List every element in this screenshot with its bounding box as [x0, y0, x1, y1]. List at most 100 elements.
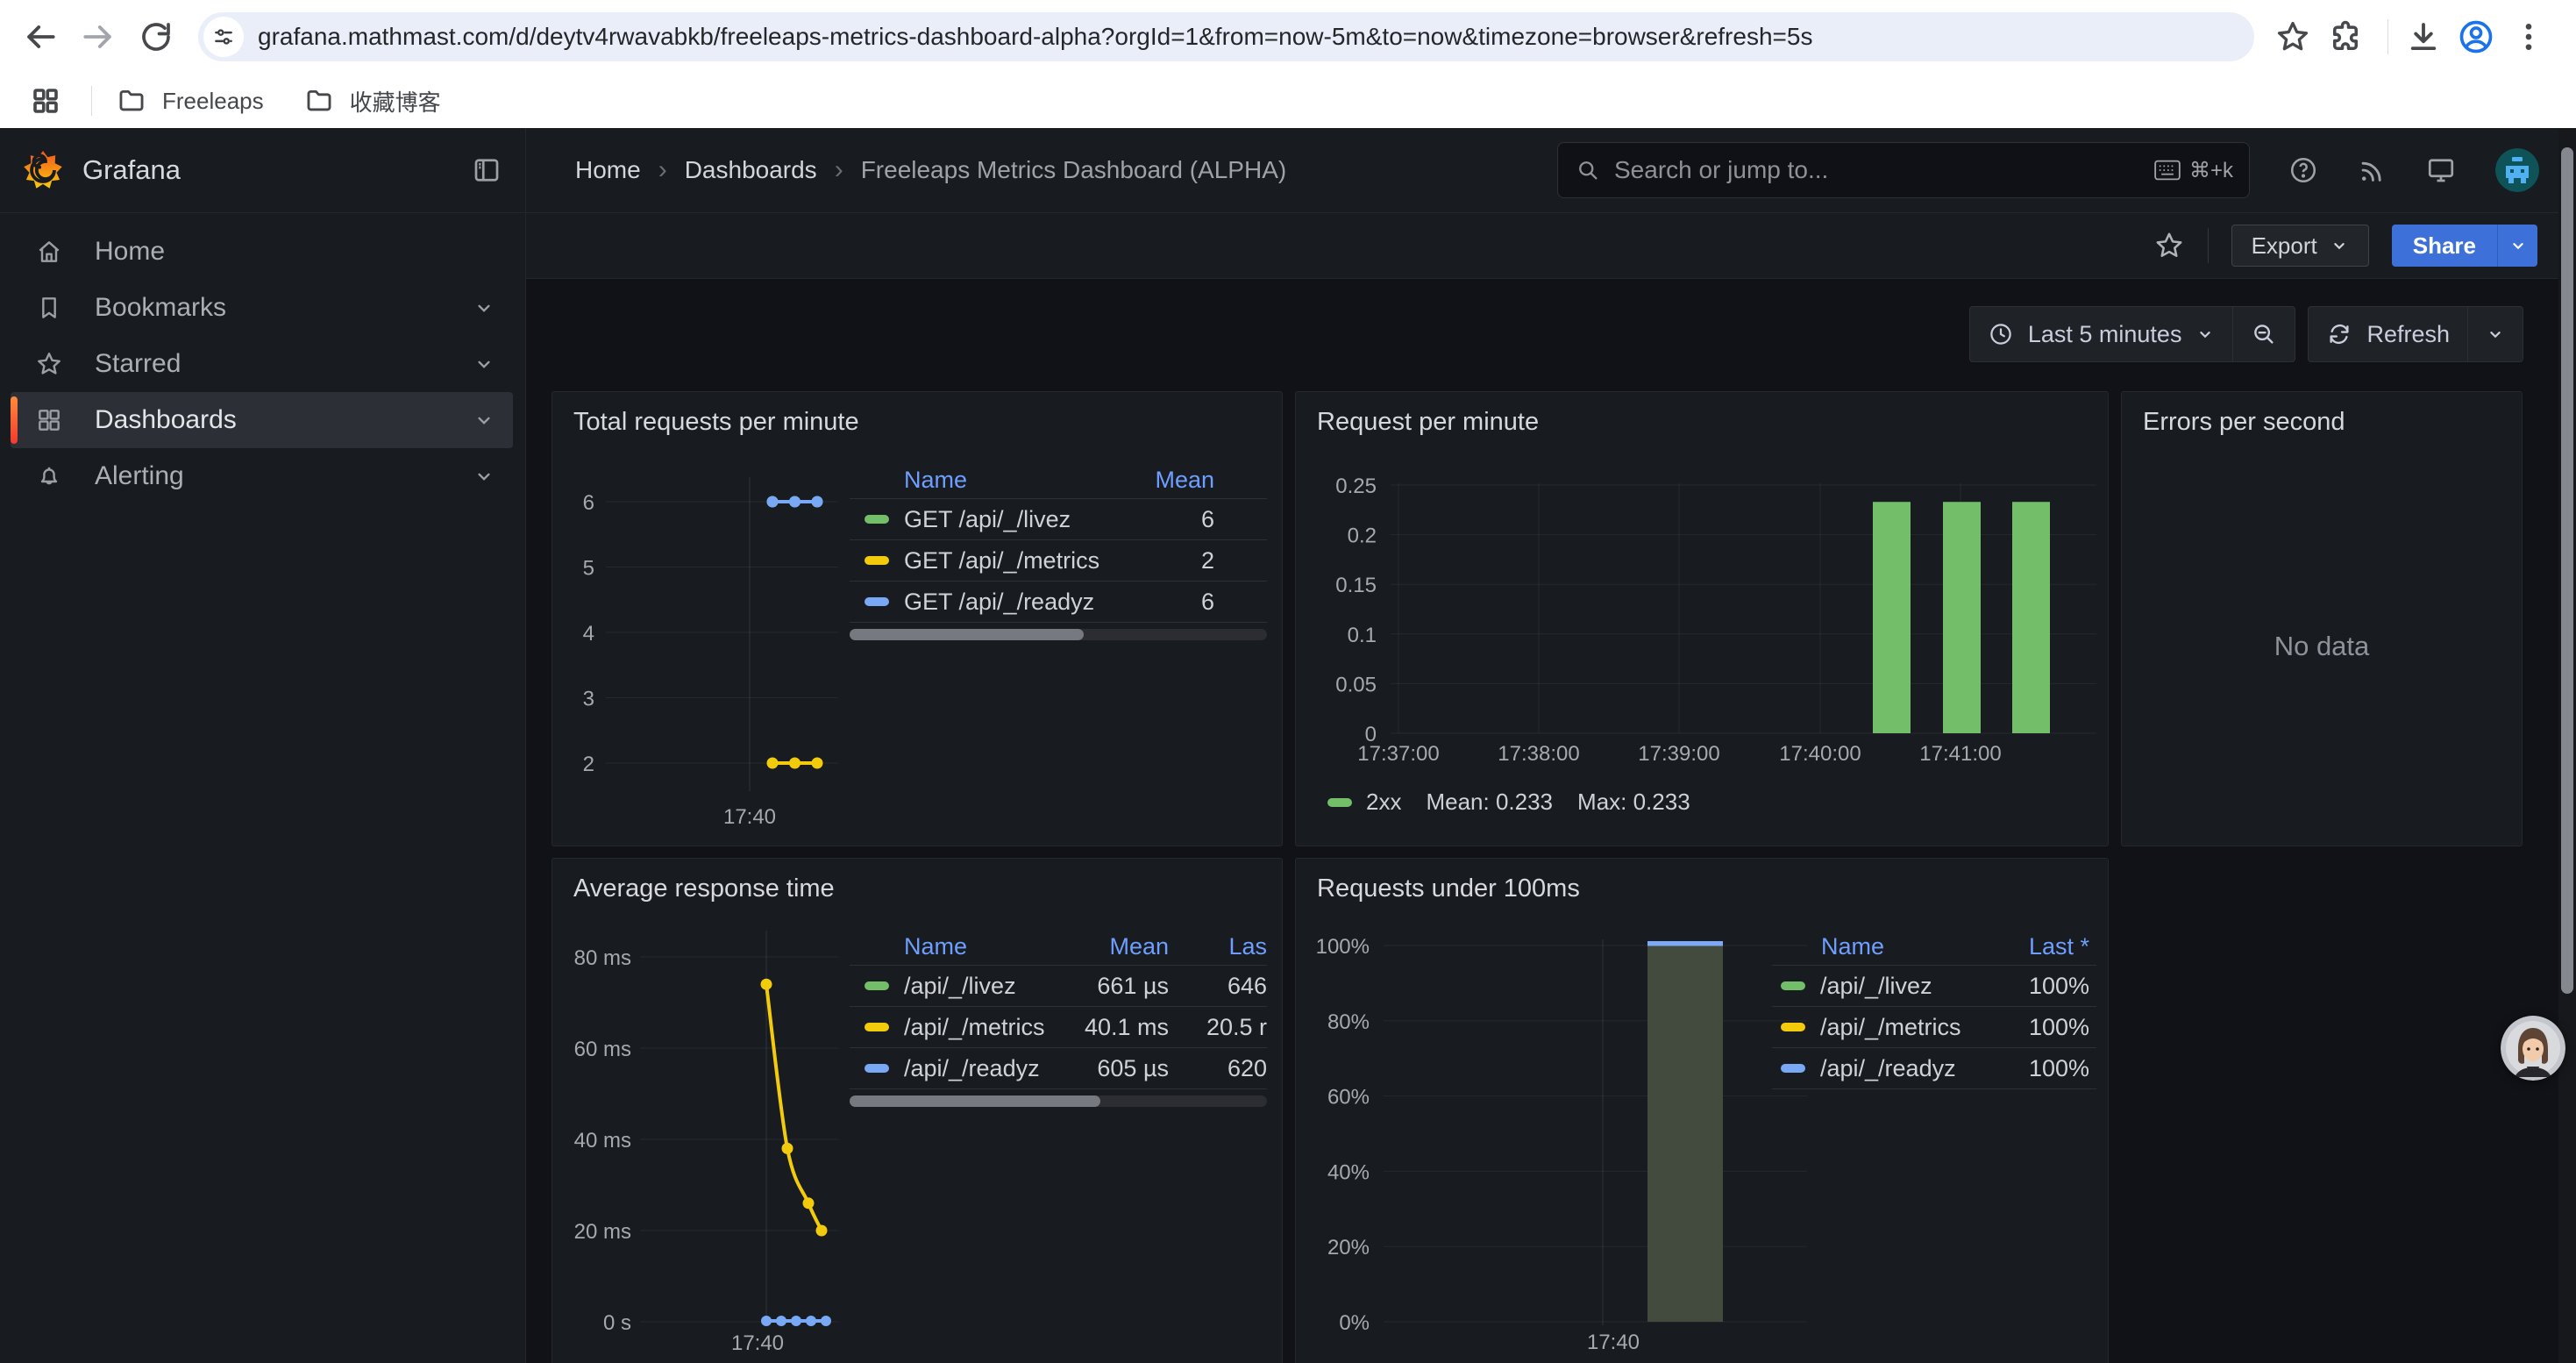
sidebar-item-starred[interactable]: Starred: [11, 336, 513, 392]
share-button[interactable]: Share: [2392, 225, 2497, 267]
floating-assistant-avatar[interactable]: [2501, 1016, 2565, 1081]
panel-under-100ms[interactable]: Requests under 100ms 100%80%60%40%20%0%1…: [1295, 858, 2109, 1363]
legend-series-name[interactable]: 2xx: [1366, 789, 1401, 816]
series-name[interactable]: /api/_/livez: [1820, 973, 1932, 1000]
profile-button[interactable]: [2453, 14, 2499, 60]
table-row[interactable]: /api/_/livez 661 µs 646: [850, 966, 1267, 1007]
url-text[interactable]: grafana.mathmast.com/d/deytv4rwavabkb/fr…: [258, 23, 1812, 51]
forward-button[interactable]: [75, 14, 121, 60]
col-header-name[interactable]: Name: [850, 467, 1118, 494]
svg-text:0.05: 0.05: [1335, 673, 1377, 696]
col-header-name[interactable]: Name: [850, 933, 1058, 960]
chevron-down-icon[interactable]: [473, 353, 495, 375]
col-header-mean[interactable]: Mean: [1118, 467, 1267, 494]
address-bar[interactable]: grafana.mathmast.com/d/deytv4rwavabkb/fr…: [198, 12, 2254, 61]
sidebar-item-alerting[interactable]: Alerting: [11, 448, 513, 504]
table-row[interactable]: GET /api/_/livez 6: [850, 499, 1267, 540]
breadcrumb-home[interactable]: Home: [575, 156, 641, 184]
panel-title[interactable]: Average response time: [573, 874, 835, 903]
star-dashboard-button[interactable]: [2153, 230, 2185, 261]
export-button[interactable]: Export: [2231, 225, 2369, 267]
breadcrumb-dashboards[interactable]: Dashboards: [685, 156, 817, 184]
monitor-icon[interactable]: [2425, 154, 2457, 186]
table-row[interactable]: GET /api/_/metrics 2: [850, 540, 1267, 582]
chevron-down-icon[interactable]: [473, 409, 495, 432]
table-scrollbar[interactable]: [850, 629, 1267, 640]
bookmark-folder-freeleaps[interactable]: Freeleaps: [117, 86, 264, 116]
table-row[interactable]: /api/_/livez 100%: [1772, 966, 2096, 1007]
chevron-down-icon[interactable]: [473, 296, 495, 319]
account-circle-icon: [2457, 18, 2495, 56]
series-mean: 661 µs: [1058, 973, 1190, 1000]
grafana-logo[interactable]: [23, 150, 63, 190]
bookmark-folder-label: 收藏博客: [350, 85, 441, 118]
refresh-interval-button[interactable]: [2468, 307, 2523, 361]
table-row[interactable]: /api/_/metrics 40.1 ms 20.5 r: [850, 1007, 1267, 1048]
refresh-group: Refresh: [2308, 306, 2523, 362]
col-header-last[interactable]: Last *: [1991, 933, 2096, 960]
header-icons: [2288, 128, 2539, 212]
bookmark-icon: [35, 294, 63, 322]
table-row[interactable]: /api/_/readyz 605 µs 620: [850, 1048, 1267, 1089]
back-button[interactable]: [18, 14, 63, 60]
panel-title[interactable]: Request per minute: [1317, 408, 1539, 437]
series-name[interactable]: GET /api/_/readyz: [904, 589, 1094, 616]
sidebar-item-dashboards[interactable]: Dashboards: [11, 392, 513, 448]
user-avatar[interactable]: [2495, 148, 2539, 192]
time-range-picker[interactable]: Last 5 minutes: [1970, 307, 2233, 361]
scrollbar-thumb[interactable]: [850, 1095, 1100, 1107]
dock-sidebar-button[interactable]: [471, 154, 502, 186]
panel-title[interactable]: Requests under 100ms: [1317, 874, 1580, 903]
panel-errors-per-second[interactable]: Errors per second No data: [2121, 391, 2523, 846]
share-menu-button[interactable]: [2497, 225, 2537, 267]
svg-text:40%: 40%: [1327, 1160, 1370, 1184]
table-scrollbar[interactable]: [850, 1095, 1267, 1107]
table-row[interactable]: GET /api/_/readyz 6: [850, 582, 1267, 623]
apps-button[interactable]: [23, 78, 68, 124]
chart-legend[interactable]: 2xx Mean: 0.233 Max: 0.233: [1327, 789, 1690, 816]
news-rss-icon[interactable]: [2357, 155, 2387, 185]
series-name[interactable]: /api/_/readyz: [1820, 1055, 1956, 1082]
breadcrumb-separator: ›: [835, 155, 843, 185]
series-name[interactable]: /api/_/metrics: [1820, 1014, 1961, 1041]
panel-title[interactable]: Errors per second: [2143, 408, 2345, 437]
series-name[interactable]: /api/_/metrics: [904, 1014, 1045, 1041]
search-input[interactable]: Search or jump to... ⌘+k: [1557, 142, 2250, 198]
site-settings-icon[interactable]: [203, 17, 244, 57]
svg-text:3: 3: [583, 688, 594, 711]
brand-name[interactable]: Grafana: [82, 154, 181, 186]
downloads-button[interactable]: [2401, 14, 2446, 60]
series-color-pill: [865, 981, 889, 990]
bookmark-folder-blogs[interactable]: 收藏博客: [304, 85, 441, 118]
extensions-button[interactable]: [2323, 14, 2368, 60]
refresh-button[interactable]: Refresh: [2309, 307, 2467, 361]
page-scrollbar[interactable]: [2558, 128, 2576, 1363]
scrollbar-thumb[interactable]: [2561, 147, 2573, 994]
sidebar-item-bookmarks[interactable]: Bookmarks: [11, 280, 513, 336]
table-row[interactable]: /api/_/metrics 100%: [1772, 1007, 2096, 1048]
browser-menu-button[interactable]: [2506, 14, 2551, 60]
bookmark-page-button[interactable]: [2270, 14, 2316, 60]
series-mean: 2: [1118, 547, 1267, 574]
table-row[interactable]: /api/_/readyz 100%: [1772, 1048, 2096, 1089]
series-name[interactable]: GET /api/_/livez: [904, 506, 1071, 533]
panel-request-per-minute[interactable]: Request per minute 0.250.20.150.10.05017…: [1295, 391, 2109, 846]
svg-text:17:37:00: 17:37:00: [1357, 742, 1439, 766]
col-header-name[interactable]: Name: [1772, 933, 1991, 960]
scrollbar-thumb[interactable]: [850, 629, 1084, 640]
chevron-down-icon[interactable]: [473, 465, 495, 488]
panel-title[interactable]: Total requests per minute: [573, 408, 859, 437]
sidebar-item-label: Home: [95, 237, 165, 267]
col-header-last[interactable]: Las: [1190, 933, 1267, 960]
series-name[interactable]: /api/_/livez: [904, 973, 1016, 1000]
sidebar-item-home[interactable]: Home: [11, 224, 513, 280]
help-icon[interactable]: [2288, 155, 2318, 185]
reload-button[interactable]: [133, 14, 179, 60]
col-header-mean[interactable]: Mean: [1058, 933, 1190, 960]
panel-total-requests[interactable]: Total requests per minute 6543217:40 Nam…: [551, 391, 1283, 846]
series-name[interactable]: GET /api/_/metrics: [904, 547, 1099, 574]
svg-text:0.25: 0.25: [1335, 475, 1377, 498]
panel-avg-response-time[interactable]: Average response time 80 ms60 ms40 ms20 …: [551, 858, 1283, 1363]
zoom-out-button[interactable]: [2233, 307, 2295, 361]
series-name[interactable]: /api/_/readyz: [904, 1055, 1040, 1082]
